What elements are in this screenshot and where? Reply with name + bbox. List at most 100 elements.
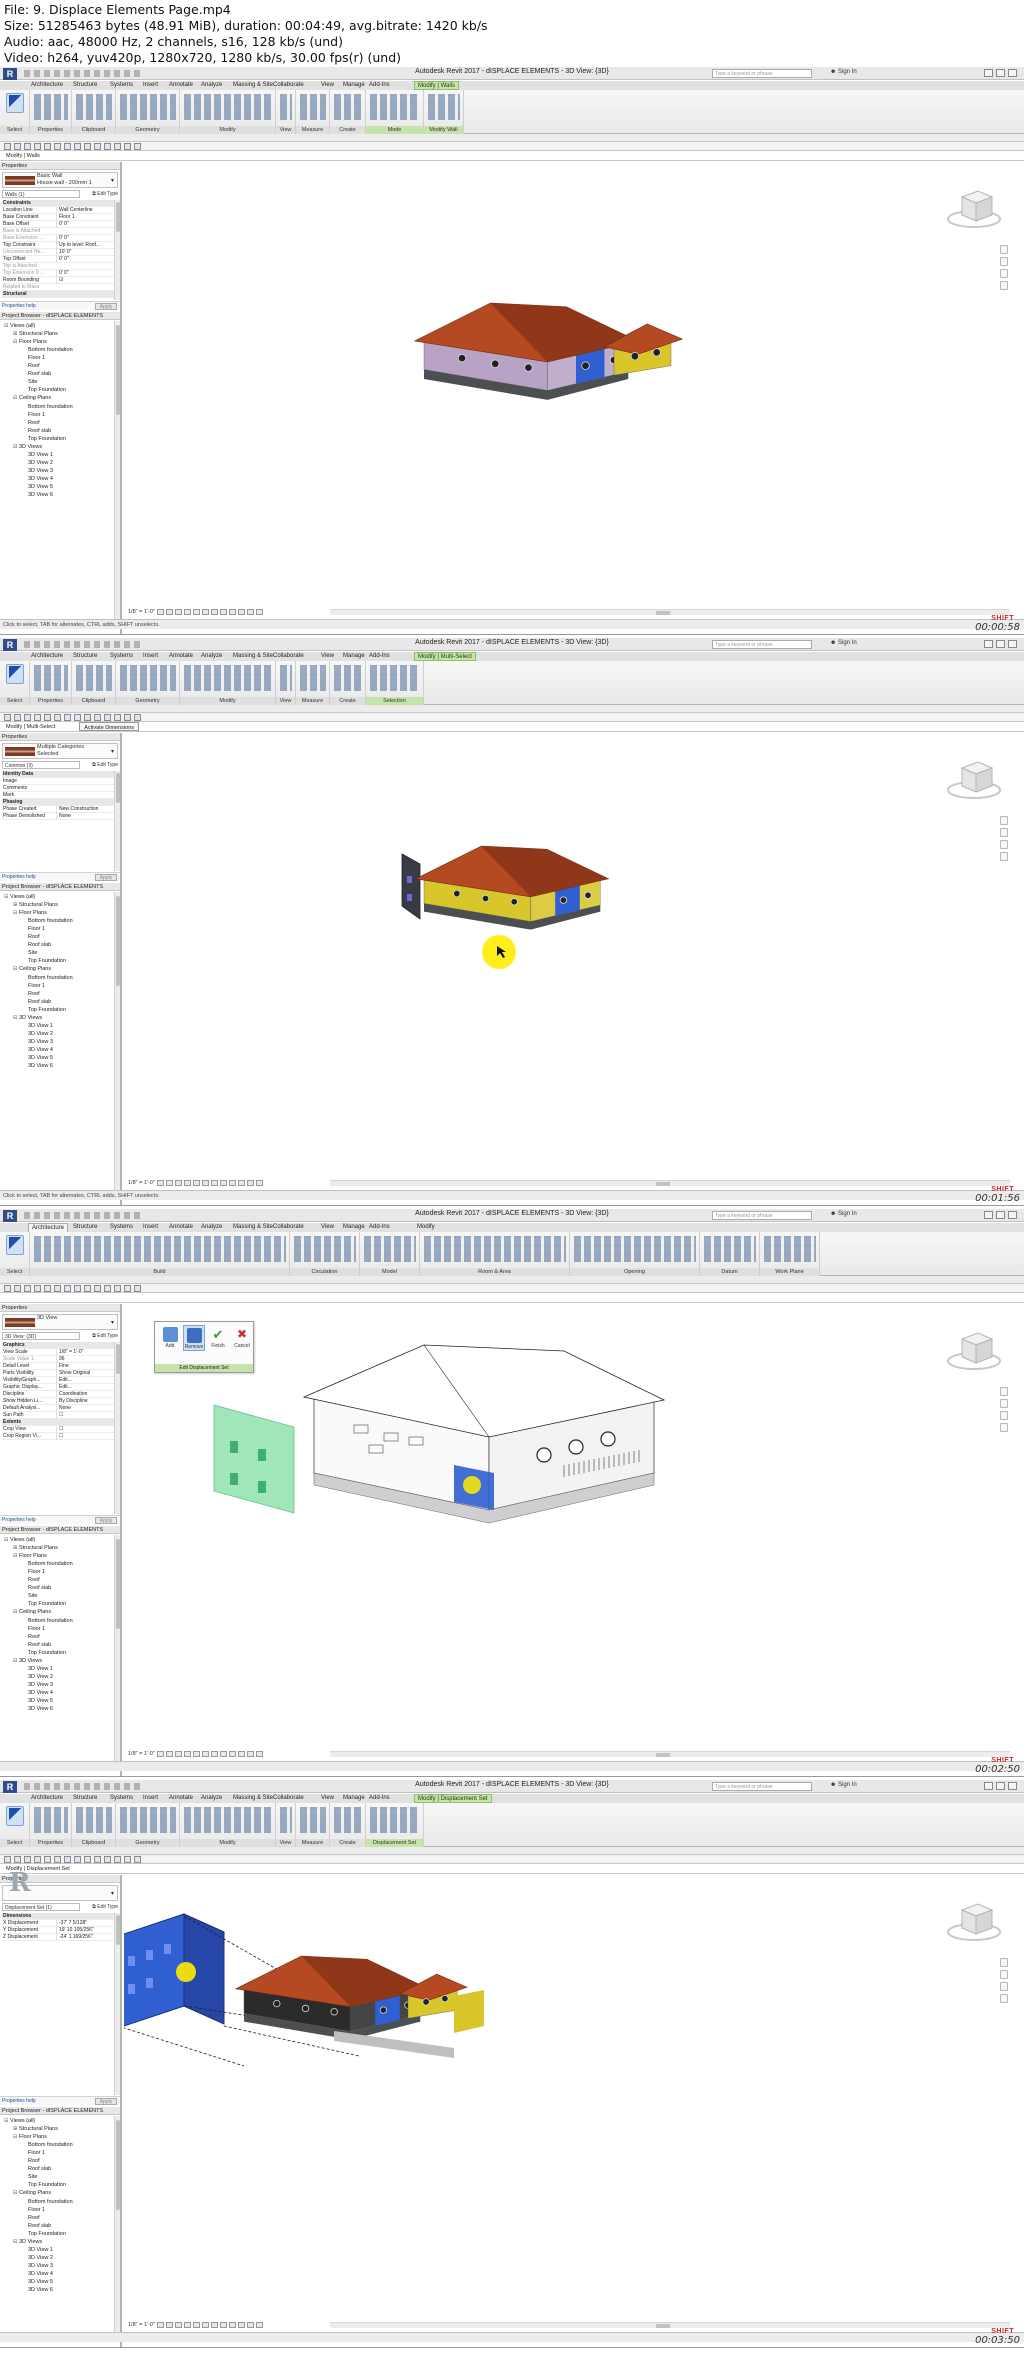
view-control-icon[interactable] bbox=[246, 1750, 254, 1757]
edit-type-button[interactable]: ⧉ Edit Type bbox=[92, 1332, 118, 1340]
view-control-icon[interactable] bbox=[237, 1750, 245, 1757]
ribbon-tool-icons[interactable] bbox=[76, 665, 112, 691]
browser-tree-item[interactable]: Bottom foundation bbox=[22, 2198, 73, 2206]
add-button[interactable]: Add bbox=[159, 1325, 181, 1351]
quick-tool-icon[interactable] bbox=[84, 143, 91, 150]
ribbon-tool-icons[interactable] bbox=[120, 94, 176, 120]
ribbon-tab[interactable]: Systems bbox=[107, 1794, 136, 1803]
chevron-down-icon[interactable]: ▾ bbox=[111, 1320, 114, 1327]
property-category[interactable]: Constraints bbox=[2, 200, 116, 207]
view-control-icon[interactable] bbox=[174, 1750, 182, 1757]
view-control-icon[interactable] bbox=[228, 608, 236, 615]
browser-tree-item[interactable]: ⊟ Ceiling Plans bbox=[13, 2189, 51, 2197]
chevron-down-icon[interactable]: ▾ bbox=[111, 1891, 114, 1898]
view-scale-label[interactable]: 1/8" = 1'-0" bbox=[128, 2322, 155, 2328]
scroll-thumb[interactable] bbox=[116, 1915, 120, 1945]
ribbon-tab[interactable]: Analyze bbox=[198, 81, 225, 90]
scroll-thumb[interactable] bbox=[116, 202, 120, 232]
ribbon-tab[interactable]: Insert bbox=[140, 81, 161, 90]
ribbon-tool-icons[interactable] bbox=[280, 1807, 292, 1833]
property-row[interactable]: View Scale 1/8" = 1'-0" bbox=[2, 1349, 116, 1356]
ribbon-tool-icons[interactable] bbox=[300, 1807, 326, 1833]
property-value[interactable]: 0' 0" bbox=[56, 235, 114, 242]
view-control-icon[interactable] bbox=[210, 608, 218, 615]
ribbon-tab[interactable]: Analyze bbox=[198, 652, 225, 661]
ribbon-tool-icons[interactable] bbox=[370, 94, 420, 120]
view-control-icon[interactable] bbox=[210, 1179, 218, 1186]
browser-tree-item[interactable]: Top Foundation bbox=[22, 386, 66, 394]
browser-tree-item[interactable]: Bottom foundation bbox=[22, 974, 73, 982]
quick-tool-icon[interactable] bbox=[54, 1856, 61, 1863]
3d-model-view[interactable] bbox=[124, 163, 1024, 619]
quick-tool-icon[interactable] bbox=[4, 1856, 11, 1863]
quick-tool-icon[interactable] bbox=[124, 1285, 131, 1292]
quick-tool-icon[interactable] bbox=[134, 143, 141, 150]
property-row[interactable]: Room Bounding ☑ bbox=[2, 277, 116, 284]
browser-tree-item[interactable]: 3D View 3 bbox=[22, 2262, 53, 2270]
close-button[interactable] bbox=[1008, 640, 1017, 648]
ribbon-tab[interactable]: Annotate bbox=[166, 1223, 196, 1232]
apply-button[interactable]: Apply bbox=[95, 874, 117, 881]
ribbon-tab[interactable]: Add-Ins bbox=[366, 1794, 393, 1803]
modify-select-button[interactable] bbox=[6, 1235, 24, 1255]
browser-tree-item[interactable]: Roof bbox=[22, 362, 40, 370]
quick-tool-icon[interactable] bbox=[44, 143, 51, 150]
view-cube[interactable] bbox=[944, 1896, 1004, 1946]
browser-tree-item[interactable]: ⊟ Ceiling Plans bbox=[13, 1608, 51, 1616]
quick-tool-icon[interactable] bbox=[84, 1856, 91, 1863]
edit-type-button[interactable]: ⧉ Edit Type bbox=[92, 190, 118, 198]
browser-tree-item[interactable]: ⊟ Views (all) bbox=[4, 2117, 35, 2125]
browser-tree-item[interactable]: 3D View 3 bbox=[22, 467, 53, 475]
property-row[interactable]: Base Offset 0' 0" bbox=[2, 221, 116, 228]
browser-tree-item[interactable]: Top Foundation bbox=[22, 2181, 66, 2189]
activate-dimensions-button[interactable]: Activate Dimensions bbox=[79, 722, 140, 731]
help-search-input[interactable]: Type a keyword or phrase bbox=[712, 69, 812, 78]
property-row[interactable]: Crop View ☐ bbox=[2, 1426, 116, 1433]
property-value[interactable]: ☐ bbox=[56, 1426, 114, 1433]
property-value[interactable]: 0' 0" bbox=[56, 270, 114, 277]
ribbon-tab[interactable]: Structure bbox=[70, 1794, 100, 1803]
ribbon-tool-icons[interactable] bbox=[34, 1807, 68, 1833]
ribbon-tool-icons[interactable] bbox=[300, 665, 326, 691]
property-value[interactable]: ☑ bbox=[56, 277, 114, 284]
view-scale-label[interactable]: 1/8" = 1'-0" bbox=[128, 1751, 155, 1757]
quick-tool-icon[interactable] bbox=[84, 1285, 91, 1292]
quick-tool-icon[interactable] bbox=[104, 1856, 111, 1863]
view-control-icon[interactable] bbox=[237, 1179, 245, 1186]
view-control-icon[interactable] bbox=[156, 1179, 164, 1186]
property-value[interactable]: 1/8" = 1'-0" bbox=[56, 1349, 114, 1356]
browser-tree-item[interactable]: ⊟ Floor Plans bbox=[13, 338, 47, 346]
view-control-icon[interactable] bbox=[165, 1179, 173, 1186]
ribbon-tool-icons[interactable] bbox=[120, 1807, 176, 1833]
property-value[interactable]: By Discipline bbox=[56, 1398, 114, 1405]
ribbon-tool-icons[interactable] bbox=[334, 94, 362, 120]
close-button[interactable] bbox=[1008, 1211, 1017, 1219]
ribbon-tab[interactable]: Architecture bbox=[28, 652, 66, 661]
property-value[interactable]: Show Original bbox=[56, 1370, 114, 1377]
property-value[interactable]: Fine bbox=[56, 1363, 114, 1370]
instance-filter-dropdown[interactable]: Displacement Set (1) bbox=[2, 1903, 80, 1911]
ribbon-tab[interactable]: Annotate bbox=[166, 1794, 196, 1803]
type-selector[interactable]: Basic Wall House wall - 200mm 1 ▾ bbox=[2, 172, 118, 188]
property-category[interactable]: Dimensions bbox=[2, 1913, 116, 1920]
property-value[interactable]: -37' 7 5/128" bbox=[56, 1920, 114, 1927]
browser-tree-item[interactable]: Roof bbox=[22, 990, 40, 998]
apply-button[interactable]: Apply bbox=[95, 2098, 117, 2105]
view-control-icon[interactable] bbox=[165, 608, 173, 615]
ribbon-tool-icons[interactable] bbox=[184, 1807, 272, 1833]
property-category[interactable]: Identity Data bbox=[2, 771, 116, 778]
close-button[interactable] bbox=[1008, 69, 1017, 77]
browser-tree-item[interactable]: Roof bbox=[22, 419, 40, 427]
horizontal-scrollbar[interactable] bbox=[330, 2322, 1010, 2328]
scroll-thumb[interactable] bbox=[656, 1753, 670, 1757]
quick-tool-icon[interactable] bbox=[4, 1285, 11, 1292]
property-value[interactable]: ☐ bbox=[56, 1412, 114, 1419]
edit-type-button[interactable]: ⧉ Edit Type bbox=[92, 1903, 118, 1911]
view-control-icon[interactable] bbox=[201, 608, 209, 615]
ribbon-tab[interactable]: Insert bbox=[140, 1223, 161, 1232]
browser-tree-item[interactable]: ⊟ Ceiling Plans bbox=[13, 965, 51, 973]
3d-model-view[interactable] bbox=[124, 1305, 1024, 1761]
browser-tree-item[interactable]: ⊞ Structural Plans bbox=[13, 330, 58, 338]
property-row[interactable]: Parts Visibility Show Original bbox=[2, 1370, 116, 1377]
ribbon-tab[interactable]: Annotate bbox=[166, 652, 196, 661]
